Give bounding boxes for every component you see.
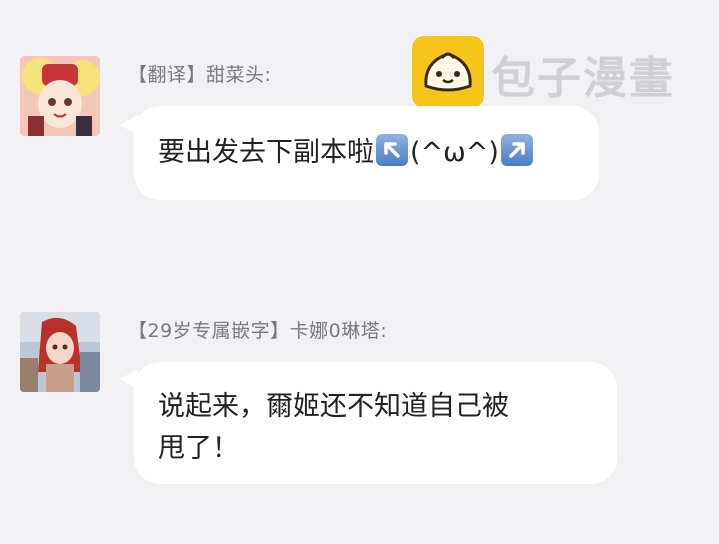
sender-name: 【29岁专属嵌字】卡娜0琳塔:: [128, 320, 388, 342]
bun-logo-icon: [412, 36, 484, 108]
message-text: 要出发去下副本啦: [158, 137, 374, 168]
message-bubble: 要出发去下副本啦 (^ω^): [134, 106, 599, 200]
message-bubble: 说起来，爾姬还不知道自己被 甩了！: [134, 362, 617, 484]
avatar-image: [20, 312, 100, 392]
avatar[interactable]: [20, 312, 100, 392]
message-text-line: 说起来，爾姬还不知道自己被: [158, 391, 509, 422]
message-text-kaomoji: (^ω^): [410, 137, 499, 168]
sender-name: 【翻译】甜菜头:: [128, 64, 272, 86]
arrow-up-left-icon: [376, 134, 408, 166]
avatar[interactable]: [20, 56, 100, 136]
arrow-up-right-icon: [500, 134, 533, 166]
message-text-line: 甩了！: [158, 433, 239, 464]
watermark-text: 包子漫畫: [491, 53, 675, 104]
avatar-image: [20, 56, 100, 136]
